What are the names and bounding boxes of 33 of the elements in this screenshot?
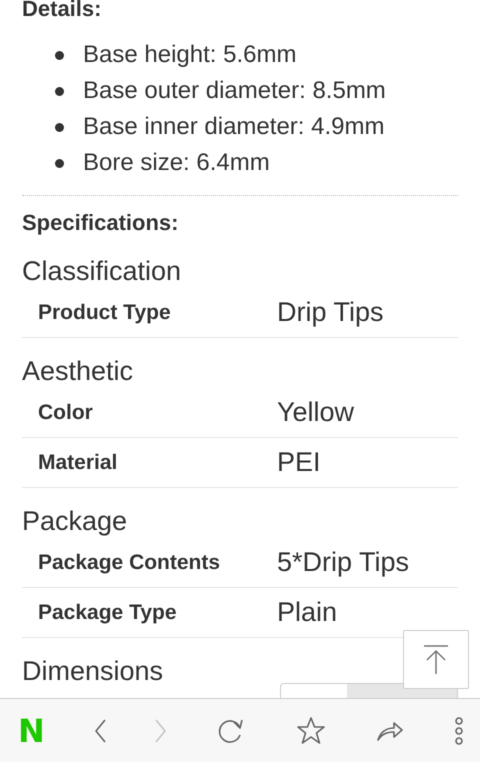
bullet-icon xyxy=(55,158,64,168)
spec-label: Material xyxy=(37,450,118,476)
spec-value: Plain xyxy=(277,596,338,630)
group-title: Dimensions xyxy=(22,655,164,687)
bullet-icon xyxy=(55,86,64,96)
group-title: Classification xyxy=(22,255,182,287)
forward-icon xyxy=(155,718,168,742)
star-icon xyxy=(296,716,326,746)
bullet-icon xyxy=(55,122,64,132)
more-button[interactable] xyxy=(454,716,464,744)
back-icon xyxy=(94,718,106,742)
detail-item: Base inner diameter: 4.9mm xyxy=(83,112,384,142)
group-title: Aesthetic xyxy=(22,355,134,387)
app-logo[interactable]: N xyxy=(18,714,45,746)
star-button[interactable] xyxy=(296,716,326,746)
detail-item: Base outer diameter: 8.5mm xyxy=(83,76,386,106)
spec-value: Drip Tips xyxy=(277,296,384,330)
spec-label: Package Contents xyxy=(37,550,222,576)
section-heading: Details: xyxy=(22,0,102,22)
spec-value: PEI xyxy=(277,446,321,480)
arrow-up-icon xyxy=(423,644,449,674)
detail-item: Bore size: 6.4mm xyxy=(83,148,270,178)
group-title: Package xyxy=(22,505,128,537)
spec-label: Product Type xyxy=(37,300,172,326)
back-button[interactable] xyxy=(94,718,106,742)
section-heading: Specifications: xyxy=(22,210,178,236)
detail-item: Base height: 5.6mm xyxy=(83,40,296,70)
spec-label: Package Type xyxy=(37,600,178,626)
more-icon xyxy=(454,716,464,744)
spec-value: 5*Drip Tips xyxy=(277,546,410,580)
bullet-icon xyxy=(55,50,64,60)
spec-value: Yellow xyxy=(277,396,354,430)
spec-label: Color xyxy=(37,400,94,426)
